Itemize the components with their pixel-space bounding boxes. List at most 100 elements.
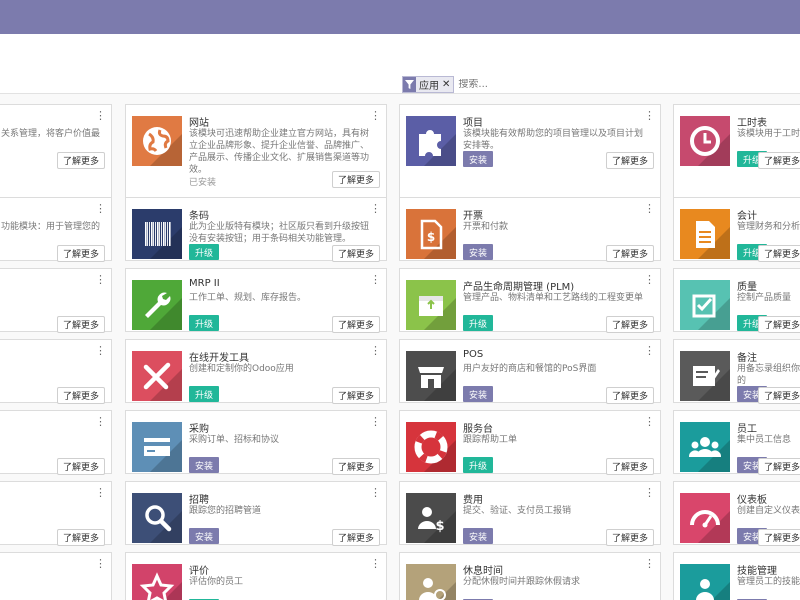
- app-card[interactable]: 条码 此为企业版特有模块；社区版只看到升级按钮没有安装按钮；用于条码相关功能管理。…: [125, 197, 387, 262]
- app-title: 员工: [737, 424, 757, 435]
- app-card[interactable]: 项目 该模块能有效帮助您的项目管理以及项目计划安排等。 ⋮ 安装 了解更多: [399, 104, 661, 200]
- learn-more-button[interactable]: 了解更多: [757, 245, 800, 262]
- app-card[interactable]: 工时表该模块用于工时⋮升级了解更多: [673, 104, 800, 200]
- more-options-icon[interactable]: ⋮: [370, 110, 381, 121]
- more-options-icon[interactable]: ⋮: [95, 110, 106, 121]
- install-button[interactable]: 安装: [463, 528, 494, 544]
- app-card[interactable]: 服务台 跟踪帮助工单 ⋮ 升级 了解更多: [399, 410, 661, 475]
- app-card[interactable]: 会计管理财务和分析⋮升级了解更多: [673, 197, 800, 262]
- more-options-icon[interactable]: ⋮: [95, 203, 106, 214]
- app-card[interactable]: ⋮ 了解更多: [0, 268, 112, 333]
- more-options-icon[interactable]: ⋮: [796, 274, 800, 285]
- app-card[interactable]: 仪表板创建自定义仪表⋮安装了解更多: [673, 481, 800, 546]
- app-card[interactable]: 网站 该模块可迅速帮助企业建立官方网站，具有树立企业品牌形象、提升企业信誉、品牌推…: [125, 104, 387, 200]
- learn-more-button[interactable]: 了解更多: [605, 529, 654, 546]
- search-input[interactable]: [458, 79, 759, 90]
- search-bar[interactable]: 应用 ✕: [400, 74, 800, 96]
- learn-more-button[interactable]: 了解更多: [331, 245, 380, 262]
- app-card[interactable]: ⋮ 了解更多: [0, 410, 112, 475]
- learn-more-button[interactable]: 了解更多: [56, 152, 105, 169]
- more-options-icon[interactable]: ⋮: [370, 274, 381, 285]
- learn-more-button[interactable]: 了解更多: [331, 529, 380, 546]
- app-card[interactable]: POS 用户友好的商店和餐馆的PoS界面 ⋮ 安装 了解更多: [399, 339, 661, 404]
- app-card[interactable]: ⋮ 了解更多: [0, 339, 112, 404]
- facet-remove-icon[interactable]: ✕: [442, 79, 453, 90]
- people-icon: [680, 422, 730, 472]
- upgrade-button[interactable]: 升级: [463, 315, 494, 331]
- app-card[interactable]: MRP II 工作工单、规划、库存报告。 ⋮ 升级 了解更多: [125, 268, 387, 333]
- more-options-icon[interactable]: ⋮: [95, 558, 106, 569]
- more-options-icon[interactable]: ⋮: [796, 203, 800, 214]
- learn-more-button[interactable]: 了解更多: [757, 316, 800, 333]
- learn-more-button[interactable]: 了解更多: [757, 387, 800, 404]
- learn-more-button[interactable]: 了解更多: [331, 316, 380, 333]
- app-card[interactable]: 产品生命周期管理 (PLM) 管理产品、物料清单和工艺路线的工程变更单 ⋮ 升级 了解更…: [399, 268, 661, 333]
- learn-more-button[interactable]: 了解更多: [757, 152, 800, 169]
- app-card[interactable]: 关系管理，将客户价值最 ⋮ 了解更多: [0, 104, 112, 200]
- app-card[interactable]: 功能模块：用于管理您的 ⋮ 了解更多: [0, 197, 112, 262]
- learn-more-button[interactable]: 了解更多: [56, 316, 105, 333]
- search-facet[interactable]: 应用 ✕: [402, 76, 455, 93]
- more-options-icon[interactable]: ⋮: [370, 345, 381, 356]
- learn-more-button[interactable]: 了解更多: [605, 316, 654, 333]
- more-options-icon[interactable]: ⋮: [796, 345, 800, 356]
- learn-more-button[interactable]: 了解更多: [757, 458, 800, 475]
- more-options-icon[interactable]: ⋮: [644, 558, 655, 569]
- app-card[interactable]: 备注用备忘录组织你的⋮安装了解更多: [673, 339, 800, 404]
- more-options-icon[interactable]: ⋮: [796, 416, 800, 427]
- more-options-icon[interactable]: ⋮: [644, 416, 655, 427]
- more-options-icon[interactable]: ⋮: [95, 487, 106, 498]
- install-button[interactable]: 安装: [189, 528, 220, 544]
- app-card[interactable]: 员工集中员工信息⋮安装了解更多: [673, 410, 800, 475]
- install-button[interactable]: 安装: [463, 386, 494, 402]
- learn-more-button[interactable]: 了解更多: [56, 387, 105, 404]
- app-card[interactable]: 休息时间分配休假时间并跟踪休假请求⋮安装了解更多: [399, 552, 661, 600]
- app-card[interactable]: 质量控制产品质量⋮升级了解更多: [673, 268, 800, 333]
- install-button[interactable]: 安装: [189, 457, 220, 473]
- app-card[interactable]: 招聘 跟踪您的招聘管道 ⋮ 安装 了解更多: [125, 481, 387, 546]
- more-options-icon[interactable]: ⋮: [95, 274, 106, 285]
- learn-more-button[interactable]: 了解更多: [605, 458, 654, 475]
- more-options-icon[interactable]: ⋮: [644, 487, 655, 498]
- learn-more-button[interactable]: 了解更多: [605, 387, 654, 404]
- learn-more-button[interactable]: 了解更多: [757, 529, 800, 546]
- more-options-icon[interactable]: ⋮: [796, 110, 800, 121]
- more-options-icon[interactable]: ⋮: [370, 487, 381, 498]
- more-options-icon[interactable]: ⋮: [370, 558, 381, 569]
- app-title: 技能管理: [737, 566, 777, 577]
- more-options-icon[interactable]: ⋮: [796, 558, 800, 569]
- skills-icon: [680, 564, 730, 600]
- install-button[interactable]: 安装: [463, 244, 494, 260]
- more-options-icon[interactable]: ⋮: [644, 345, 655, 356]
- learn-more-button[interactable]: 了解更多: [56, 529, 105, 546]
- learn-more-button[interactable]: 了解更多: [331, 171, 380, 188]
- app-card[interactable]: ⋮了解更多: [0, 552, 112, 600]
- more-options-icon[interactable]: ⋮: [370, 416, 381, 427]
- learn-more-button[interactable]: 了解更多: [605, 245, 654, 262]
- more-options-icon[interactable]: ⋮: [95, 345, 106, 356]
- learn-more-button[interactable]: 了解更多: [331, 387, 380, 404]
- install-button[interactable]: 安装: [463, 151, 494, 167]
- learn-more-button[interactable]: 了解更多: [331, 458, 380, 475]
- app-card[interactable]: $ 费用 提交、验证、支付员工报销 ⋮ 安装 了解更多: [399, 481, 661, 546]
- more-options-icon[interactable]: ⋮: [796, 487, 800, 498]
- app-title: 条码: [189, 211, 209, 222]
- app-card[interactable]: $ 开票 开票和付款 ⋮ 安装 了解更多: [399, 197, 661, 262]
- app-card[interactable]: 评价评估你的员工⋮升级了解更多: [125, 552, 387, 600]
- learn-more-button[interactable]: 了解更多: [605, 152, 654, 169]
- more-options-icon[interactable]: ⋮: [644, 203, 655, 214]
- upgrade-button[interactable]: 升级: [189, 386, 220, 402]
- more-options-icon[interactable]: ⋮: [95, 416, 106, 427]
- upgrade-button[interactable]: 升级: [463, 457, 494, 473]
- upgrade-button[interactable]: 升级: [189, 315, 220, 331]
- app-card[interactable]: 技能管理管理员工的技能⋮安装了解更多: [673, 552, 800, 600]
- upgrade-button[interactable]: 升级: [189, 244, 220, 260]
- more-options-icon[interactable]: ⋮: [644, 274, 655, 285]
- learn-more-button[interactable]: 了解更多: [56, 245, 105, 262]
- app-card[interactable]: 采购 采购订单、招标和协议 ⋮ 安装 了解更多: [125, 410, 387, 475]
- app-card[interactable]: 在线开发工具 创建和定制你的Odoo应用 ⋮ 升级 了解更多: [125, 339, 387, 404]
- more-options-icon[interactable]: ⋮: [644, 110, 655, 121]
- app-card[interactable]: ⋮ 了解更多: [0, 481, 112, 546]
- learn-more-button[interactable]: 了解更多: [56, 458, 105, 475]
- more-options-icon[interactable]: ⋮: [370, 203, 381, 214]
